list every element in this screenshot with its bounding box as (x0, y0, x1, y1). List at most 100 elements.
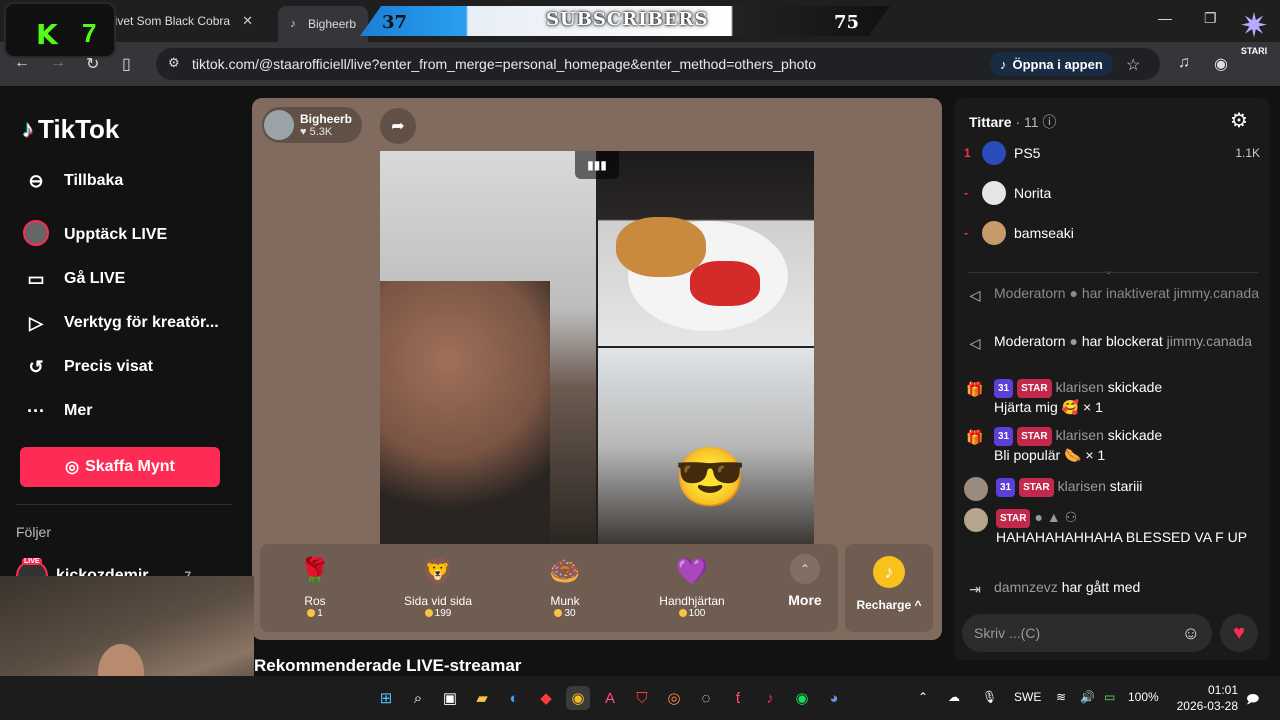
gift-price: 199 (434, 608, 452, 619)
gift-hand-hearts[interactable]: 💜 Handhjärtan 100 (637, 552, 747, 620)
sidebar-item-go-live[interactable]: ▭ Gå LIVE (22, 264, 125, 294)
tray-chevron-up-icon[interactable]: ⌃ (918, 690, 928, 704)
donut-icon: 🍩 (548, 555, 582, 586)
get-coins-button[interactable]: ◎ Skaffa Mynt (20, 447, 220, 487)
app-diamond-icon[interactable]: ◆ (534, 686, 558, 710)
subscribers-current: 37 (382, 12, 408, 33)
gift-donut[interactable]: 🍩 Munk 30 (510, 552, 620, 620)
tab-bigheerb[interactable]: ♪ Bigheerb (278, 6, 368, 42)
task-view-icon[interactable]: ▣ (438, 686, 462, 710)
battery-percent: 100% (1128, 690, 1159, 704)
strawberries (690, 261, 760, 306)
live-video[interactable]: 😎 ▮▮▮ (380, 151, 814, 546)
help-icon[interactable]: ⓘ (1042, 114, 1056, 130)
chat-user[interactable]: damnzevz (994, 579, 1058, 595)
gift-side-by-side[interactable]: 🦁 Sida vid sida 199 (383, 552, 493, 620)
back-link[interactable]: ⊖ Tillbaka (22, 166, 123, 196)
battery-icon[interactable]: ▭ (1104, 690, 1115, 704)
search-icon[interactable]: ⌕ (406, 686, 430, 710)
wifi-icon[interactable]: ≋ (1056, 690, 1066, 704)
sidebar-item-history[interactable]: ↺ Precis visat (22, 352, 153, 382)
chat-user[interactable]: klarisen (1056, 427, 1104, 443)
notification-icon[interactable]: 🗩 (1246, 690, 1259, 711)
sidebar-item-discover-live[interactable]: Upptäck LIVE (22, 219, 167, 250)
discord-icon[interactable]: ◕ (822, 686, 846, 710)
viewer-name: bamseaki (1014, 225, 1074, 241)
microphone-icon[interactable]: 🎙 (982, 690, 997, 704)
omnibox[interactable]: ⚙ tiktok.com/@staarofficiell/live?enter_… (156, 48, 1160, 80)
viewer-row[interactable]: 1 PS5 1.1K (964, 141, 1260, 165)
avatar[interactable] (964, 508, 988, 532)
maximize-icon[interactable]: ❐ (1204, 10, 1217, 27)
gift-line: Bli populär 🌭 × 1 (994, 447, 1106, 463)
chat-message: 31 STAR klarisen stariii (964, 477, 1264, 501)
file-explorer-icon[interactable]: ▰ (470, 686, 494, 710)
windows-start-icon[interactable]: ⊞ (374, 686, 398, 710)
gift-name: Ros (304, 594, 326, 608)
shield-app-icon[interactable]: ⛉ (630, 686, 654, 710)
tab-livet-som-black-cobra[interactable]: Livet Som Black Cobra ✕ (100, 6, 270, 36)
open-in-app-button[interactable]: ♪ Öppna i appen (990, 52, 1113, 76)
tiktok-favicon-icon: ♪ (290, 18, 296, 30)
star-badge: STAR (1017, 427, 1052, 446)
chat-input[interactable]: Skriv ...(C) ☺ (962, 614, 1212, 652)
more-gifts-button[interactable]: ⌃ More (775, 554, 835, 608)
edge-icon[interactable]: ◐ (502, 686, 526, 710)
recharge-label: Recharge ^ (856, 598, 922, 612)
obs-icon[interactable]: ◌ (694, 686, 718, 710)
url-text[interactable]: tiktok.com/@staarofficiell/live?enter_fr… (192, 56, 816, 72)
avatar (982, 221, 1006, 245)
gift-name: Sida vid sida (403, 594, 473, 608)
tiktok-app-icon[interactable]: ♪ (758, 686, 782, 710)
viewer-rank: - (964, 186, 968, 200)
creator-tools-icon: ▷ (29, 312, 43, 333)
chat-message-system: ◁ Moderatorn ● har inaktiverat jimmy.can… (964, 284, 1264, 306)
chat-text: har blockerat (1081, 333, 1163, 349)
profile-icon[interactable]: ◉ (1214, 54, 1228, 74)
language-indicator[interactable]: SWE (1014, 690, 1041, 704)
app-circle-icon[interactable]: ◎ (662, 686, 686, 710)
sidebar-item-more[interactable]: ··· Mer (22, 396, 92, 426)
back-circle-icon: ⊖ (28, 170, 44, 191)
app-a-icon[interactable]: A (598, 686, 622, 710)
gift-rose[interactable]: 🌹 Ros 1 (260, 552, 370, 620)
open-in-app-label: Öppna i appen (1012, 56, 1103, 72)
viewer-row[interactable]: - bamseaki (964, 221, 1260, 245)
emoji-icon[interactable]: ☺ (1182, 623, 1200, 644)
avatar[interactable] (964, 477, 988, 501)
sidebar-item-creator-tools[interactable]: ▷ Verktyg för kreatör... (22, 308, 219, 338)
chat-user[interactable]: klarisen (1058, 478, 1106, 494)
kick-count: 7 (82, 18, 97, 48)
host-chip[interactable]: Bigheerb ♥ 5.3K (262, 107, 363, 143)
live-stage: Bigheerb ♥ 5.3K ➦ 😎 ▮▮▮ 🌹 Ros 1 🦁 Sida v… (252, 98, 942, 640)
spotify-icon[interactable]: ◉ (790, 686, 814, 710)
chrome-icon[interactable]: ◉ (566, 686, 590, 710)
like-heart-button[interactable]: ♥ (1220, 614, 1258, 652)
volume-icon[interactable]: 🔊 (1080, 690, 1095, 704)
recharge-button[interactable]: ♪ Recharge ^ (845, 544, 933, 632)
viewer-score: 1.1K (1235, 146, 1260, 160)
tiktok-logo[interactable]: ♪ TikTok (22, 114, 119, 145)
share-arrow-icon[interactable]: ➦ (380, 108, 416, 144)
media-control-icon[interactable]: ♫ (1178, 54, 1190, 72)
chat-user[interactable]: klarisen (1056, 379, 1104, 395)
tab-close-icon[interactable]: ✕ (242, 13, 253, 29)
collapse-chevron-icon[interactable]: ⌄ (1104, 264, 1113, 277)
split-view-icon[interactable]: ▯ (122, 54, 131, 74)
minimize-icon[interactable]: — (1158, 10, 1172, 26)
tab-title: Livet Som Black Cobra (108, 14, 231, 28)
tray-cloud-icon[interactable]: ☁ (948, 690, 960, 704)
bookmark-star-icon[interactable]: ☆ (1126, 55, 1140, 75)
viewer-row[interactable]: - Norita (964, 181, 1260, 205)
host-likes: 5.3K (309, 126, 333, 138)
chat-target: jimmy.canada (1166, 333, 1252, 349)
viewers-header[interactable]: Tittare · 11 ⓘ (969, 112, 1056, 132)
site-info-icon[interactable]: ⚙ (168, 55, 180, 71)
settings-gear-icon[interactable]: ⚙ (1230, 108, 1248, 133)
app-tf-icon[interactable]: ƭ (726, 686, 750, 710)
clock[interactable]: 01:01 2026-03-28 (1174, 682, 1238, 714)
rose-icon: 🌹 (298, 555, 332, 586)
star-emblem-icon: ✷ (1239, 7, 1269, 45)
subscribers-title: SUBSCRIBERS (546, 9, 709, 30)
tiktok-icon: ♪ (1000, 56, 1007, 72)
